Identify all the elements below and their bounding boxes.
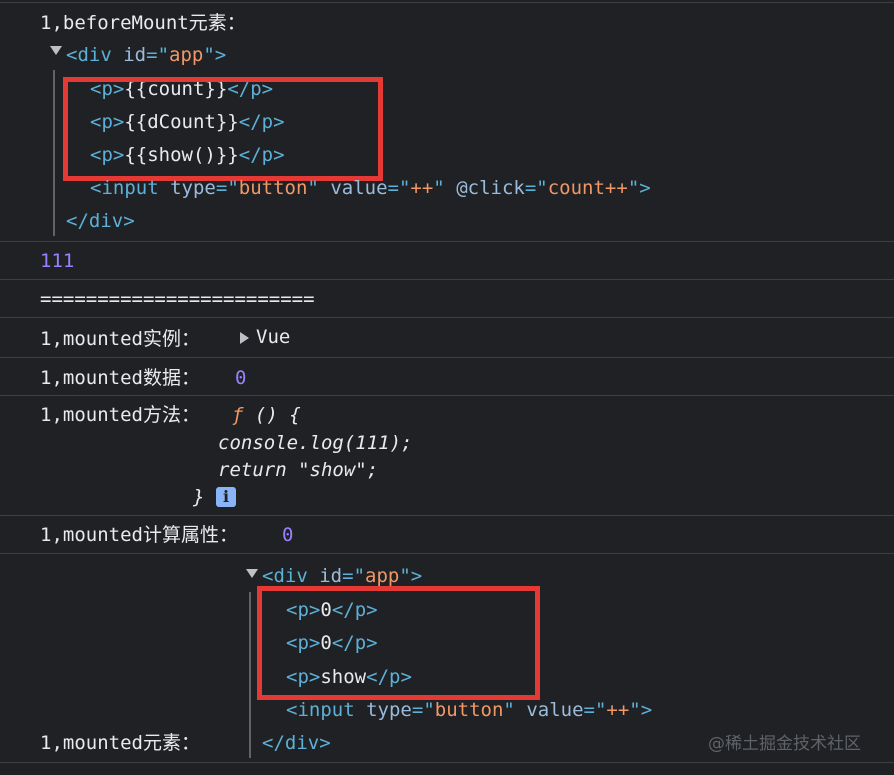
expand-triangle-icon[interactable] <box>240 332 249 344</box>
element-child-input[interactable]: <input type="button" value="++"> <box>286 697 652 723</box>
log-label: 1,beforeMount元素： <box>40 12 246 34</box>
number-value: 0 <box>282 524 294 546</box>
separator <box>0 2 894 3</box>
tree-guide-line <box>249 592 251 758</box>
expand-triangle-icon[interactable] <box>50 46 62 55</box>
highlight-box <box>257 586 540 700</box>
function-close-brace: } <box>193 486 205 508</box>
separator <box>0 241 894 242</box>
separator <box>0 357 894 358</box>
element-close-tag[interactable]: </div> <box>66 208 135 234</box>
log-label: 1,mounted计算属性： <box>40 524 238 546</box>
log-label: 1,mounted实例： <box>40 328 200 350</box>
separator <box>0 395 894 396</box>
separator <box>0 515 894 516</box>
function-signature[interactable]: ƒ () { <box>232 402 301 428</box>
separator <box>0 317 894 318</box>
function-body-line: console.log(111); <box>218 432 413 454</box>
highlight-box <box>63 77 383 181</box>
tree-guide-line <box>53 70 55 236</box>
element-child-input[interactable]: <input type="button" value="++" @click="… <box>90 175 651 201</box>
console-separator-text: ======================== <box>40 288 315 310</box>
element-open-tag[interactable]: <div id="app"> <box>66 42 226 68</box>
console-number-value: 111 <box>40 250 75 272</box>
element-close-tag[interactable]: </div> <box>262 730 331 756</box>
separator <box>0 762 894 763</box>
expand-triangle-icon[interactable] <box>246 569 258 578</box>
separator <box>0 553 894 554</box>
watermark: @稀土掘金技术社区 <box>708 734 861 754</box>
number-value: 0 <box>235 367 247 389</box>
separator <box>0 279 894 280</box>
function-body-line: return "show"; <box>218 459 379 481</box>
log-label: 1,mounted方法： <box>40 404 200 426</box>
log-label: 1,mounted数据： <box>40 367 200 389</box>
object-preview[interactable]: Vue <box>256 324 290 350</box>
info-icon[interactable]: i <box>216 487 236 507</box>
log-label: 1,mounted元素： <box>40 732 200 754</box>
